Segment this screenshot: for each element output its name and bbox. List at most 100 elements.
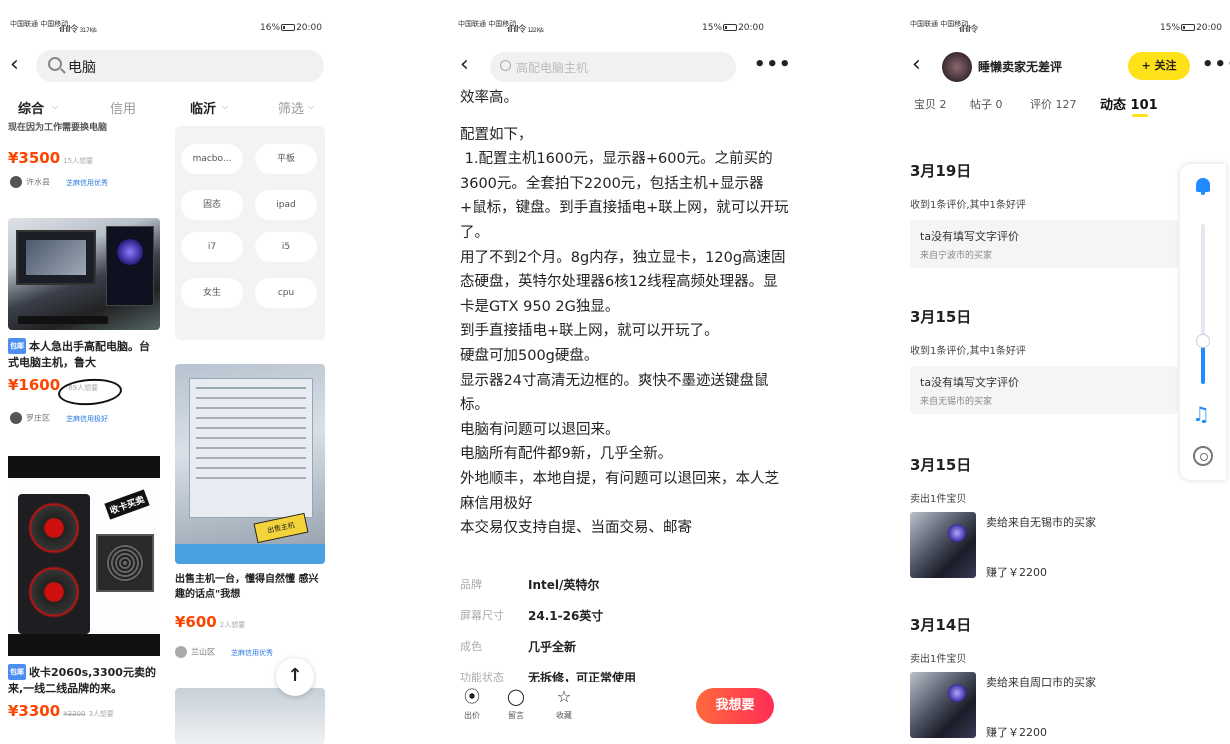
signal-icon: ᐧıllᐧıll令 31.7 K/s: [58, 25, 97, 35]
product-image: [8, 218, 160, 330]
search-input[interactable]: 电脑: [36, 50, 324, 82]
back-icon[interactable]: ‹: [10, 52, 19, 77]
filter-credit[interactable]: 信用: [110, 98, 136, 117]
back-icon[interactable]: ‹: [912, 52, 921, 77]
battery-icon: [723, 24, 738, 31]
suggestion-chip[interactable]: i5: [255, 232, 317, 262]
search-results-screen: 中国联通 中国移动 ᐧıllᐧıll令 31.7 K/s 16% 20:00 ‹ …: [0, 0, 330, 744]
suggestion-chip[interactable]: 固态: [181, 190, 243, 220]
gear-icon[interactable]: [1193, 446, 1213, 466]
profile-tabs: 宝贝 2 帖子 0 评价 127 动态 101: [914, 94, 1194, 120]
product-price: ¥1600: [8, 376, 61, 394]
tab-items[interactable]: 宝贝 2: [914, 96, 947, 112]
desc-line: 电脑所有配件都9新，几乎全新。: [460, 446, 673, 463]
product-title: 包邮 本人急出手高配电脑。台式电脑主机，鲁大: [8, 338, 150, 369]
credit-badge: 芝麻信用优秀: [66, 178, 108, 187]
property-row: 屏幕尺寸 24.1-26英寸: [460, 609, 604, 623]
timeline-date: 3月15日: [910, 308, 972, 326]
search-placeholder: 高配电脑主机: [516, 61, 589, 75]
property-row: 品牌 Intel/英特尔: [460, 578, 600, 592]
avatar[interactable]: [942, 52, 972, 82]
desc-line: 1.配置主机1600元，显示器+600元。之前买的3600元。全套拍下2200元…: [460, 151, 788, 241]
chevron-down-icon: ⌵: [308, 102, 315, 111]
product-price: ¥3500: [8, 149, 61, 167]
product-card[interactable]: 包邮 本人急出手高配电脑。台式电脑主机，鲁大 ¥1600 89人想要: [8, 218, 160, 394]
volume-knob[interactable]: [1196, 334, 1210, 348]
seller-row: 罗庄区 芝麻信用极好: [10, 412, 108, 424]
seller-row: 兰山区 芝麻信用优秀: [175, 646, 273, 658]
product-title: 现在因为工作需要换电脑: [8, 123, 108, 133]
product-card[interactable]: 出售主机一台，懂得自然懂 感兴趣的话点"我想 ¥600 2人想要: [175, 572, 325, 631]
desc-line: 用了不到2个月。8g内存，独立显卡，120g高速固态硬盘，英特尔处理器6核12线…: [460, 249, 786, 315]
comment-button[interactable]: ◯ 留言: [500, 688, 532, 721]
search-icon: [48, 57, 62, 71]
status-bar: 中国联通 中国移动 ᐧıllᐧıll令 31.7 K/s 16% 20:00: [10, 18, 322, 40]
filter-button[interactable]: 筛选: [278, 98, 304, 117]
want-count: 3人想要: [88, 710, 114, 718]
want-count: 2人想要: [219, 621, 246, 629]
product-price: ¥600: [175, 613, 217, 631]
favorite-button[interactable]: ☆ 收藏: [548, 688, 580, 721]
want-button[interactable]: 我想要: [696, 688, 774, 724]
more-icon[interactable]: •••: [754, 54, 788, 75]
signal-icon: ᐧıllᐧıll令 122 K/s: [506, 25, 544, 35]
timeline-note: 收到1条评价,其中1条好评: [910, 346, 1026, 357]
signal-icon: ᐧıllᐧıll令: [958, 25, 979, 35]
suggestion-chip[interactable]: 女生: [181, 278, 243, 308]
review-card[interactable]: ta没有填写文字评价 来自宁波市的买家: [910, 220, 1178, 268]
desc-line: 显示器24寸高清无边框的。爽快不墨迹送键盘鼠标。: [460, 372, 769, 414]
volume-slider[interactable]: [1201, 224, 1205, 384]
chevron-down-icon: ⌵: [222, 102, 229, 111]
property-row: 成色 几乎全新: [460, 640, 577, 654]
filter-location[interactable]: 临沂: [190, 98, 216, 117]
avatar: [10, 412, 22, 424]
want-count: 15人想要: [63, 157, 94, 165]
battery-icon: [1181, 24, 1196, 31]
battery-time: 15% 20:00: [1160, 23, 1222, 33]
avatar: [10, 176, 22, 188]
desc-line: 本交易仅支持自提、当面交易、邮寄: [460, 520, 692, 537]
item-detail-screen: 中国联通 中国移动 ᐧıllᐧıll令 122 K/s 15% 20:00 ‹ 高…: [448, 0, 788, 744]
timeline-date: 3月19日: [910, 162, 972, 180]
credit-badge: 芝麻信用极好: [66, 414, 108, 423]
bell-icon[interactable]: [1193, 176, 1213, 196]
follow-button[interactable]: + 关注: [1128, 52, 1190, 80]
status-bar: 中国联通 中国移动 ᐧıllᐧıll令 122 K/s 15% 20:00: [458, 18, 780, 40]
product-image: 收卡买卖: [8, 456, 160, 656]
suggestion-chip[interactable]: i7: [181, 232, 243, 262]
review-card[interactable]: ta没有填写文字评价 来自无锡市的买家: [910, 366, 1178, 414]
timeline-date: 3月14日: [910, 616, 972, 634]
tab-reviews[interactable]: 评价 127: [1030, 96, 1077, 112]
status-bar: 中国联通 中国移动 ᐧıllᐧıll令 15% 20:00: [910, 18, 1222, 40]
product-image[interactable]: [175, 688, 325, 744]
suggestion-chip[interactable]: 平板: [255, 144, 317, 174]
timeline-note: 卖出1件宝贝: [910, 494, 967, 505]
filter-bar: 综合 ⌵ 信用 临沂 ⌵ 筛选 ⌵: [0, 96, 330, 118]
credit-badge: 芝麻信用优秀: [231, 648, 273, 657]
product-image[interactable]: 出售主机: [175, 364, 325, 564]
product-card[interactable]: 收卡买卖 包邮 收卡2060s,3300元卖的来,一线二线品牌的来。 ¥3300 ¥…: [8, 456, 160, 720]
search-input[interactable]: 高配电脑主机: [490, 52, 736, 82]
tab-activity[interactable]: 动态 101: [1100, 94, 1158, 113]
desc-line: 外地顺丰，本地自提，有问题可以退回来，本人芝麻信用极好: [460, 470, 779, 512]
buyer-info: 卖给来自周口市的买家: [986, 676, 1096, 689]
suggestion-chip[interactable]: macbo...: [181, 144, 243, 174]
earned-amount: 赚了￥2200: [986, 566, 1047, 579]
tab-posts[interactable]: 帖子 0: [970, 96, 1003, 112]
sold-item-image[interactable]: [910, 512, 976, 578]
product-card[interactable]: 现在因为工作需要换电脑 ¥3500 15人想要: [8, 122, 160, 167]
music-icon[interactable]: ♫: [1192, 402, 1210, 426]
desc-line: 配置如下，: [460, 126, 533, 143]
filter-sort[interactable]: 综合: [18, 98, 44, 117]
bottom-action-bar: ⦿ 出价 ◯ 留言 ☆ 收藏 我想要: [448, 682, 788, 744]
seller-row: 许水县 芝麻信用优秀: [10, 176, 108, 188]
sold-item-image[interactable]: [910, 672, 976, 738]
back-icon[interactable]: ‹: [460, 52, 469, 77]
timeline-note: 卖出1件宝贝: [910, 654, 967, 665]
suggestion-chip[interactable]: cpu: [255, 278, 317, 308]
more-icon[interactable]: •••: [1202, 54, 1230, 75]
item-description: 效率高。 配置如下， 1.配置主机1600元，显示器+600元。之前买的3600…: [460, 86, 788, 541]
back-to-top-button[interactable]: ↑: [276, 658, 314, 696]
suggestion-chip[interactable]: ipad: [255, 190, 317, 220]
bargain-button[interactable]: ⦿ 出价: [456, 688, 488, 721]
